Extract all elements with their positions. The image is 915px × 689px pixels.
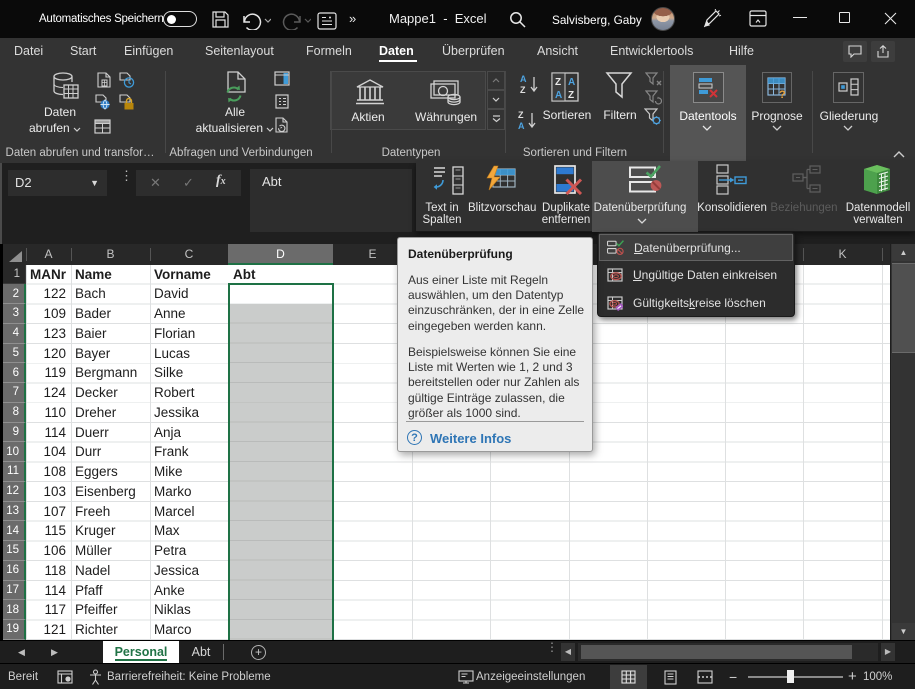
- svg-text:A: A: [568, 77, 575, 88]
- svg-text:Z: Z: [518, 110, 524, 120]
- svg-text:Z: Z: [555, 77, 561, 88]
- svg-text:?: ?: [779, 89, 786, 99]
- svg-text:A: A: [518, 121, 525, 130]
- svg-text:Z: Z: [568, 90, 574, 101]
- svg-text:Z: Z: [520, 85, 526, 94]
- svg-text:A: A: [520, 74, 527, 84]
- svg-text:A: A: [555, 90, 562, 101]
